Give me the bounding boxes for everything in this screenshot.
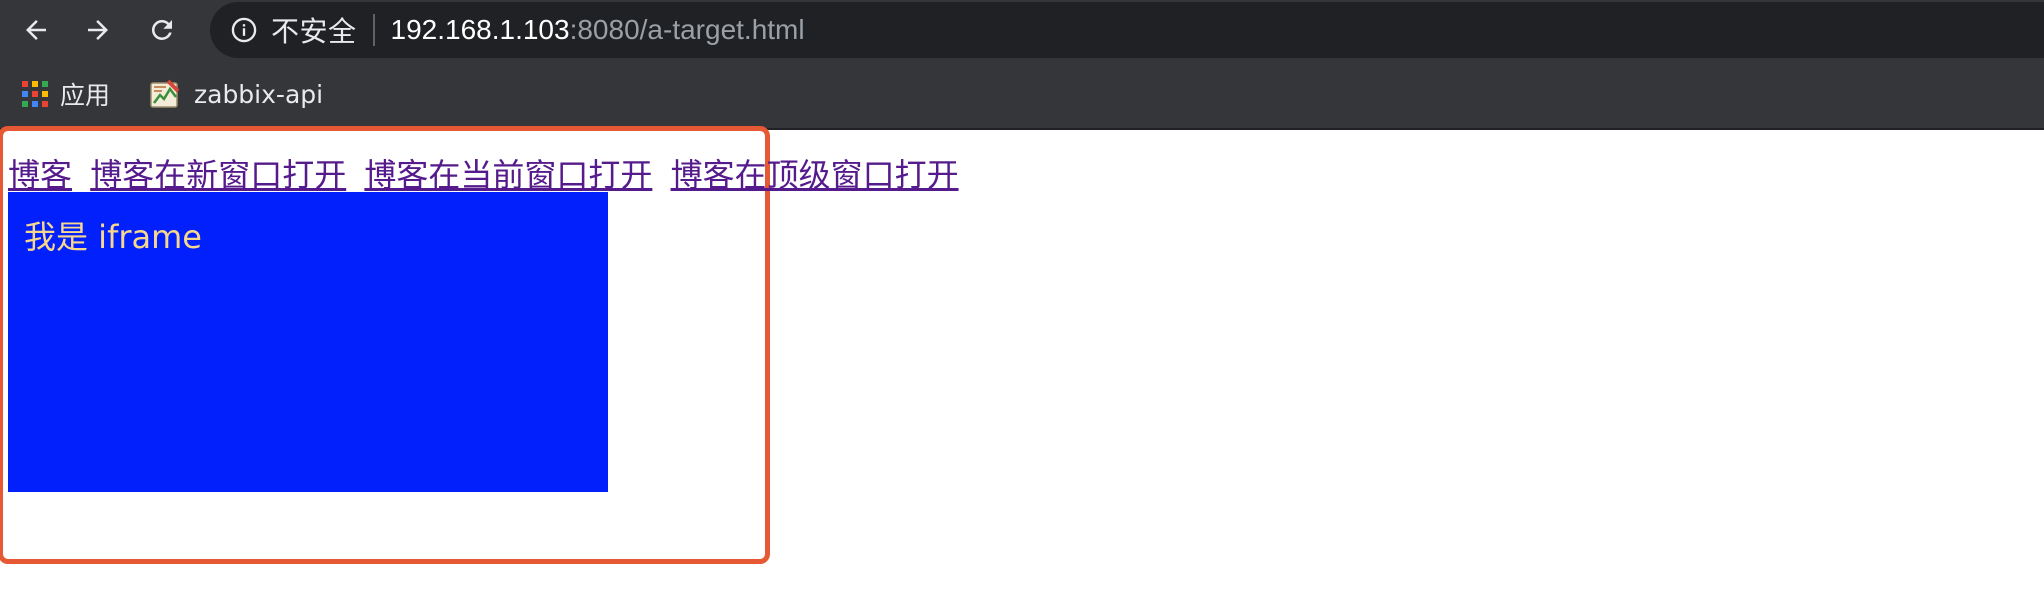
iframe-text: 我是 iframe — [24, 218, 202, 256]
reload-icon — [151, 19, 172, 40]
bookmark-zabbix-api[interactable]: zabbix-api — [148, 72, 323, 116]
embedded-iframe[interactable]: 我是 iframe — [8, 192, 608, 492]
back-button[interactable] — [14, 8, 58, 52]
url-text[interactable]: 192.168.1.103:8080/a-target.html — [391, 14, 805, 46]
apps-grid-icon — [22, 81, 48, 107]
bookmark-apps[interactable]: 应用 — [22, 72, 110, 116]
browser-toolbar: 不安全 192.168.1.103:8080/a-target.html — [0, 0, 2044, 60]
reload-button[interactable] — [140, 8, 184, 52]
blog-link[interactable]: 博客 — [8, 156, 72, 194]
address-bar[interactable]: 不安全 192.168.1.103:8080/a-target.html — [210, 2, 2044, 58]
link-row: 博客 博客在新窗口打开 博客在当前窗口打开 博客在顶级窗口打开 — [8, 150, 967, 196]
security-status-label[interactable]: 不安全 — [271, 10, 357, 50]
url-host: 192.168.1.103 — [390, 14, 570, 45]
bookmark-label: zabbix-api — [194, 79, 324, 109]
bookmarks-bar: 应用 zabbix-api — [0, 60, 2044, 130]
browser-window: 不安全 192.168.1.103:8080/a-target.html 应用 — [0, 0, 2044, 606]
url-path: :8080/a-target.html — [569, 14, 805, 45]
page-content: 博客 博客在新窗口打开 博客在当前窗口打开 博客在顶级窗口打开 我是 ifram… — [0, 126, 2044, 606]
blog-top-window-link[interactable]: 博客在顶级窗口打开 — [671, 156, 959, 194]
arrow-left-icon — [26, 20, 46, 40]
blog-current-window-link[interactable]: 博客在当前窗口打开 — [364, 156, 652, 194]
bookmark-label: 应用 — [60, 81, 111, 110]
omnibox-divider — [372, 14, 375, 46]
blog-new-window-link[interactable]: 博客在新窗口打开 — [90, 156, 346, 194]
arrow-right-icon — [88, 20, 108, 40]
zabbix-favicon — [148, 77, 182, 111]
forward-button[interactable] — [76, 8, 120, 52]
info-icon[interactable] — [229, 15, 259, 45]
